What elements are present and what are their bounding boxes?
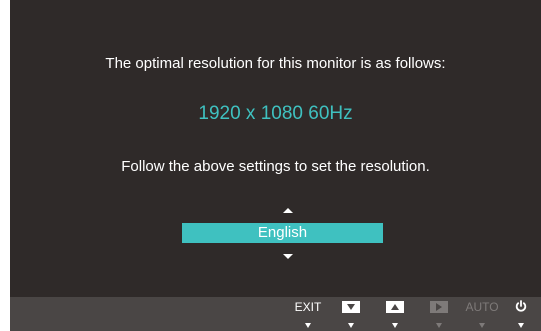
key-indicator-icon <box>436 323 442 328</box>
auto-key: AUTO <box>462 297 502 331</box>
language-selector[interactable]: English <box>182 223 383 243</box>
exit-key[interactable]: EXIT <box>288 297 328 331</box>
key-indicator-icon <box>479 323 485 328</box>
auto-label: AUTO <box>465 300 499 314</box>
power-key[interactable] <box>501 297 541 331</box>
instruction-message: Follow the above settings to set the res… <box>121 158 430 175</box>
optimal-resolution: 1920 x 1080 60Hz <box>198 103 353 124</box>
key-indicator-icon <box>305 323 311 328</box>
key-indicator-icon <box>392 323 398 328</box>
enter-key <box>419 297 459 331</box>
scroll-up-icon[interactable] <box>283 208 293 213</box>
button-guide-bar: EXIT AUTO <box>10 297 541 331</box>
power-icon <box>501 300 541 318</box>
up-button-icon <box>386 301 404 313</box>
enter-button-icon <box>430 301 448 313</box>
info-message: The optimal resolution for this monitor … <box>105 55 446 72</box>
exit-label: EXIT <box>294 300 322 314</box>
up-key[interactable] <box>375 297 415 331</box>
key-indicator-icon <box>518 323 524 328</box>
key-indicator-icon <box>348 323 354 328</box>
osd-dialog: The optimal resolution for this monitor … <box>10 0 541 331</box>
down-key[interactable] <box>331 297 371 331</box>
scroll-down-icon[interactable] <box>283 254 293 259</box>
down-button-icon <box>342 301 360 313</box>
